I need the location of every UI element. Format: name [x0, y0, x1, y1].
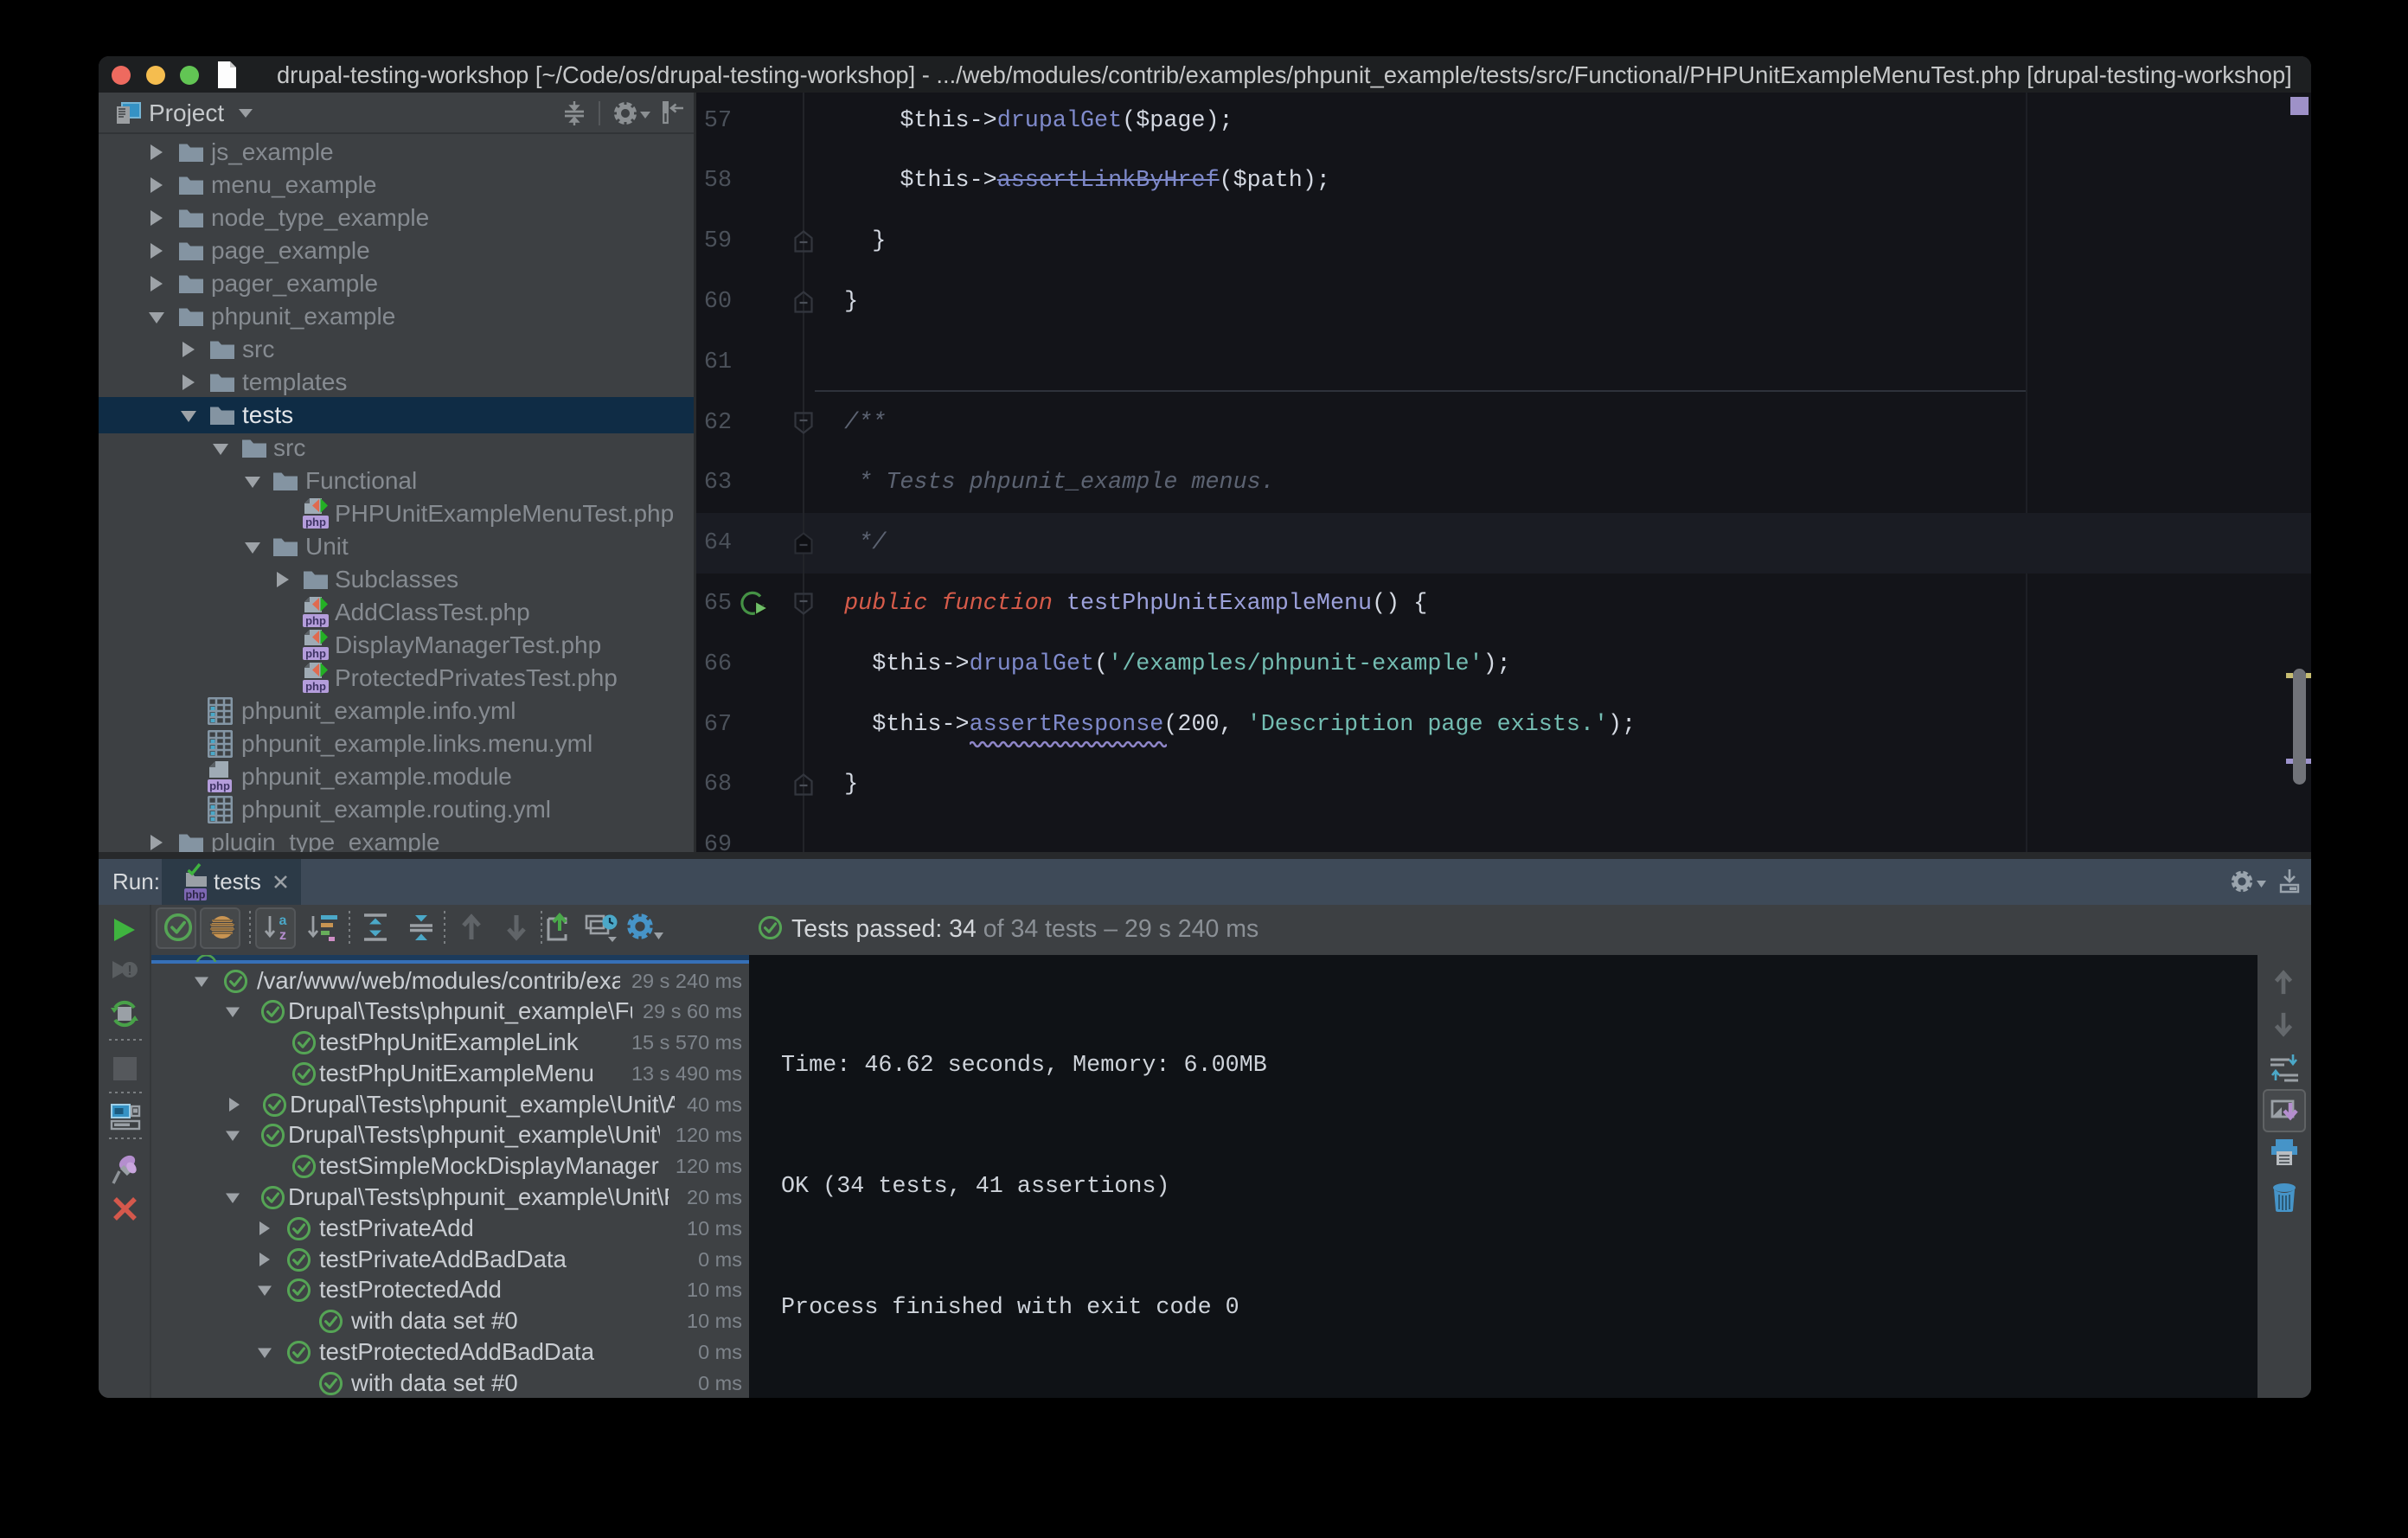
- svg-text:!: !: [127, 964, 131, 978]
- svg-text:a: a: [279, 913, 287, 928]
- svg-text:php: php: [186, 889, 206, 901]
- svg-text:z: z: [279, 928, 286, 942]
